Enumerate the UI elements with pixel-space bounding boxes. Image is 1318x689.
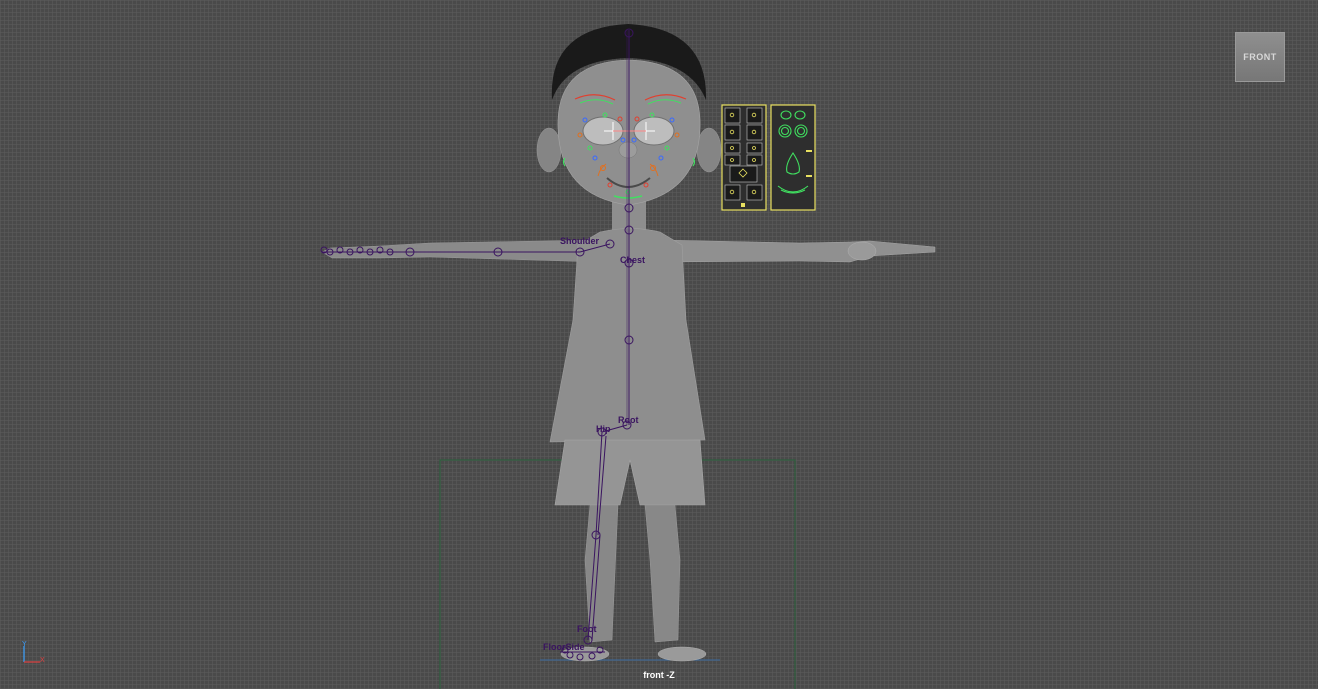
right-foot-mesh [657, 646, 707, 662]
axis-gizmo: Y X [22, 641, 45, 664]
axis-x-label: X [40, 657, 45, 664]
label-hip: Hip [596, 424, 611, 434]
label-root: Root [618, 415, 639, 425]
right-ear-mesh [696, 127, 722, 173]
right-hand-mesh [847, 241, 877, 261]
face-panel-right[interactable] [770, 104, 816, 211]
character-scene[interactable]: Shoulder Chest Root Hip Foot FloorSide [0, 0, 1318, 689]
label-shoulder: Shoulder [560, 236, 599, 246]
right-leg-mesh [644, 504, 681, 643]
view-cube-front[interactable]: FRONT [1235, 32, 1285, 82]
left-ear-mesh [536, 127, 562, 173]
face-panel-left[interactable] [721, 104, 767, 211]
camera-name-label: front -Z [643, 670, 675, 680]
left-arm-mesh [321, 239, 601, 263]
nose-mesh [618, 141, 638, 159]
left-leg-mesh [584, 504, 619, 643]
right-arm-mesh [659, 239, 936, 263]
axis-y-label: Y [22, 641, 27, 648]
label-chest: Chest [620, 255, 645, 265]
front-viewport[interactable]: Shoulder Chest Root Hip Foot FloorSide F… [0, 0, 1318, 689]
view-cube-label: FRONT [1243, 52, 1277, 62]
shorts-mesh [554, 439, 706, 506]
label-foot: Foot [577, 624, 597, 634]
label-floor-side: FloorSide [543, 642, 585, 652]
